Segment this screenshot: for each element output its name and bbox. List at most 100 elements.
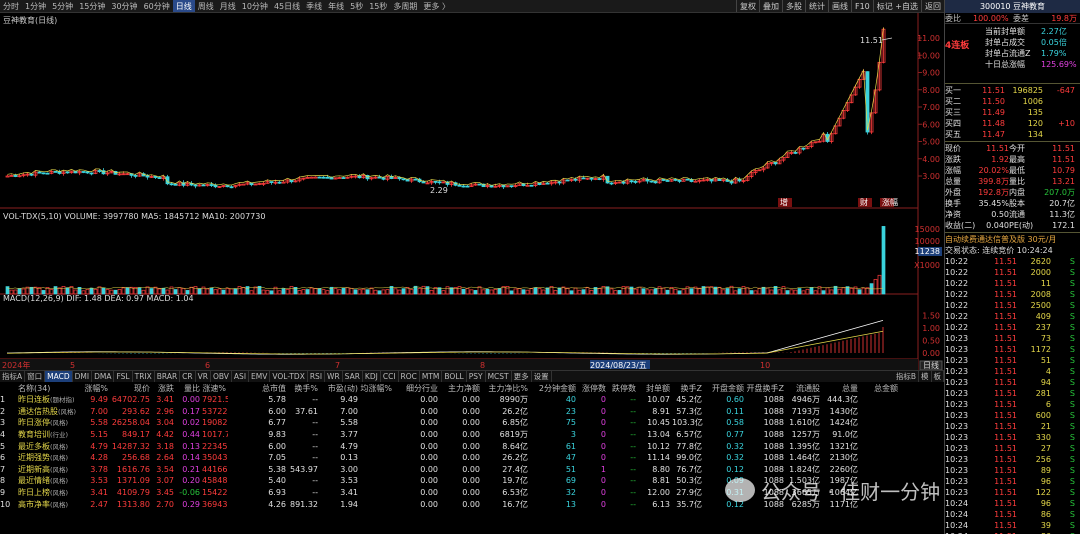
- column-header[interactable]: 2分钟金额: [530, 383, 578, 394]
- chart-area[interactable]: 豆神教育(日线) 11.00 10.00 9.00 8.00 7.00 6.00 5.00 4.…: [0, 13, 944, 370]
- indicator-tab[interactable]: CCI: [381, 371, 399, 382]
- column-header[interactable]: 跌停数: [608, 383, 638, 394]
- table-row[interactable]: 2 通达信热股(风格) 7.00 293.62 2.96 0.1753722.25亿 6.0…: [0, 406, 944, 418]
- indicator-tab[interactable]: 指标A: [0, 371, 25, 382]
- indicator-tab[interactable]: ASI: [232, 371, 249, 382]
- tick-cell: 10:23: [945, 433, 983, 442]
- tool-button[interactable]: 统计: [805, 0, 828, 13]
- indicator-tab[interactable]: CR: [180, 371, 195, 382]
- indicator-tab[interactable]: OBV: [211, 371, 232, 382]
- indicator-tab[interactable]: BOLL: [442, 371, 466, 382]
- period-tab[interactable]: 60分钟: [141, 0, 173, 13]
- period-tab[interactable]: 更多 〉: [420, 0, 453, 13]
- table-row[interactable]: 5最近多板(风格)4.7914287.323.180.1322345.18亿6.…: [0, 440, 944, 452]
- column-header[interactable]: 主力净比%: [482, 383, 530, 394]
- order-book-row[interactable]: 买五 11.47 134: [945, 129, 1080, 140]
- column-header[interactable]: 主力净额: [440, 383, 482, 394]
- order-book-row[interactable]: 买一 11.51 196825 -647: [945, 85, 1080, 96]
- indicator-tab[interactable]: TRIX: [133, 371, 155, 382]
- indicator-tab[interactable]: RSI: [308, 371, 325, 382]
- order-book-row[interactable]: 买三 11.49 135: [945, 107, 1080, 118]
- seal-label: 封单占成交: [985, 37, 1041, 48]
- indicator-tab[interactable]: MTM: [420, 371, 443, 382]
- sector-table[interactable]: 名称(34) 涨幅% 现价 涨跌 量比 涨速% 总市值 换手% 市盈(动) 均涨幅% 细分行业 主力净…: [0, 382, 944, 534]
- tool-button[interactable]: 画线: [828, 0, 851, 13]
- period-tab[interactable]: 10分钟: [239, 0, 271, 13]
- tool-button[interactable]: 复权: [736, 0, 759, 13]
- tool-button[interactable]: F10: [851, 0, 873, 13]
- tab-right-item[interactable]: 模: [919, 371, 932, 382]
- indicator-tab[interactable]: FSL: [114, 371, 132, 382]
- tick-row: 10:23 11.51 27 S: [945, 443, 1080, 454]
- column-header[interactable]: 量比: [176, 383, 202, 394]
- tool-button[interactable]: 标记 +自选: [873, 0, 921, 13]
- column-header[interactable]: 涨停数: [578, 383, 608, 394]
- column-header[interactable]: 总市值: [228, 383, 288, 394]
- period-tab[interactable]: 1分钟: [22, 0, 49, 13]
- column-header[interactable]: 细分行业: [394, 383, 440, 394]
- period-tab[interactable]: 45日线: [271, 0, 303, 13]
- column-header[interactable]: 换手%: [288, 383, 320, 394]
- period-tab[interactable]: 日线: [173, 0, 195, 13]
- column-header[interactable]: 封单额: [638, 383, 672, 394]
- period-tab[interactable]: 年线: [325, 0, 347, 13]
- period-tab[interactable]: 30分钟: [108, 0, 140, 13]
- column-header[interactable]: 名称(34): [18, 383, 78, 394]
- column-header[interactable]: 换手Z: [672, 383, 704, 394]
- column-header[interactable]: 总量: [822, 383, 860, 394]
- tab-right-item[interactable]: 板: [932, 371, 945, 382]
- table-row[interactable]: 4 教育培训(行业) 5.15 849.17 4.42 0.441017.75亿 9.83 -…: [0, 429, 944, 441]
- period-tab[interactable]: 季线: [303, 0, 325, 13]
- cell-value: 3.77: [320, 430, 360, 439]
- indicator-tab[interactable]: 设置: [532, 371, 552, 382]
- indicator-tab[interactable]: KDJ: [363, 371, 381, 382]
- volume-bar: [226, 289, 229, 294]
- period-tab[interactable]: 5秒: [347, 0, 366, 13]
- indicator-tab[interactable]: MACD: [45, 371, 72, 382]
- volume-bar: [362, 289, 365, 294]
- sector-tag: (风格): [50, 489, 68, 497]
- period-tab[interactable]: 分时: [0, 0, 22, 13]
- period-tab[interactable]: 周线: [195, 0, 217, 13]
- period-tab[interactable]: 月线: [217, 0, 239, 13]
- indicator-tab[interactable]: SAR: [343, 371, 363, 382]
- indicator-tab[interactable]: 窗口: [25, 371, 45, 382]
- kline-chart[interactable]: 豆神教育(日线) 11.00 10.00 9.00 8.00 7.00 6.00 5.00 4.…: [0, 13, 944, 370]
- indicator-tab[interactable]: BRAR: [155, 371, 180, 382]
- tab-right-item[interactable]: 指标B: [894, 371, 919, 382]
- indicator-tab[interactable]: WR: [325, 371, 343, 382]
- table-row[interactable]: 1昨日连板(题材指)9.4964702.753.410.007921.56亿5.…: [0, 394, 944, 406]
- column-header[interactable]: 均涨幅%: [360, 383, 394, 394]
- table-row[interactable]: 3昨日涨停(风格)5.5826258.043.040.0219082.38亿6.…: [0, 417, 944, 429]
- indicator-tab[interactable]: PSY: [467, 371, 486, 382]
- order-book-row[interactable]: 买二 11.50 1006: [945, 96, 1080, 107]
- period-tab[interactable]: 多周期: [390, 0, 420, 13]
- indicator-tab[interactable]: DMI: [73, 371, 92, 382]
- volume-bar: [858, 290, 861, 294]
- tool-button[interactable]: 叠加: [759, 0, 782, 13]
- auto-renew-link[interactable]: 自动续费通达信普及版 30元/月: [945, 234, 1080, 245]
- indicator-tab[interactable]: 更多: [512, 371, 532, 382]
- tool-button[interactable]: 返回: [921, 0, 944, 13]
- column-header[interactable]: 涨跌: [152, 383, 176, 394]
- column-header[interactable]: 市盈(动): [320, 383, 360, 394]
- column-header[interactable]: 开盘换手Z: [746, 383, 786, 394]
- table-row[interactable]: 6 近期强势(风格) 4.28 256.68 2.64 0.1435043.06亿 7.05…: [0, 452, 944, 464]
- column-header[interactable]: 流通股: [786, 383, 822, 394]
- order-book-row[interactable]: 买四 11.48 120 +10: [945, 118, 1080, 129]
- tool-button[interactable]: 多股: [782, 0, 805, 13]
- column-header[interactable]: 涨幅%: [78, 383, 110, 394]
- column-header[interactable]: 涨速%: [202, 383, 228, 394]
- column-header[interactable]: 现价: [110, 383, 152, 394]
- indicator-tab[interactable]: ROC: [399, 371, 420, 382]
- period-tab[interactable]: 15秒: [366, 0, 390, 13]
- period-tab[interactable]: 15分钟: [76, 0, 108, 13]
- indicator-tab[interactable]: EMV: [249, 371, 270, 382]
- indicator-tab[interactable]: MCST: [486, 371, 512, 382]
- indicator-tab[interactable]: DMA: [92, 371, 114, 382]
- indicator-tab[interactable]: VOL-TDX: [270, 371, 307, 382]
- column-header[interactable]: 总金额: [860, 383, 900, 394]
- column-header[interactable]: 开盘金额: [704, 383, 746, 394]
- indicator-tab[interactable]: VR: [196, 371, 211, 382]
- period-tab[interactable]: 5分钟: [49, 0, 76, 13]
